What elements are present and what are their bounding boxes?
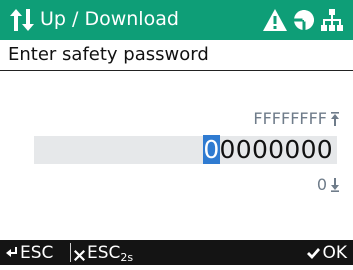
password-entry-field[interactable]: 00000000 (34, 135, 337, 165)
password-value: 00000000 (203, 135, 333, 165)
password-remaining-digits: 0000000 (219, 135, 333, 164)
min-value-hint: 0 (317, 175, 339, 195)
min-value-label: 0 (316, 175, 327, 194)
esc2-duration: 2s (120, 251, 134, 264)
title-bar: Up / Download (0, 0, 353, 40)
checkmark-icon (307, 247, 321, 259)
screen: Up / Download Enter safety password FFFF… (0, 0, 353, 265)
prompt-label: Enter safety password (8, 44, 209, 65)
back-arrow-icon (6, 247, 17, 257)
compass-circle-icon (294, 10, 314, 30)
ok-label: OK (322, 243, 347, 263)
close-x-icon (74, 250, 85, 261)
softkey-bar: ESC ESC2s OK (0, 240, 353, 265)
password-cursor-digit[interactable]: 0 (203, 135, 220, 164)
max-value-hint: FFFFFFFF (253, 109, 339, 129)
screen-title: Up / Download (40, 8, 179, 30)
esc-softkey[interactable]: ESC (6, 241, 53, 265)
esc-2s-softkey[interactable]: ESC2s (74, 241, 133, 270)
min-limit-icon (331, 178, 339, 192)
status-icons (263, 8, 343, 32)
warning-icon (263, 9, 287, 31)
up-down-arrows-icon (10, 9, 34, 31)
network-icon (321, 9, 343, 31)
esc2-label: ESC (87, 243, 121, 263)
ok-softkey[interactable]: OK (307, 241, 347, 265)
prompt-bar: Enter safety password (0, 40, 353, 71)
esc-label: ESC (20, 243, 54, 263)
max-value-label: FFFFFFFF (253, 109, 327, 128)
max-limit-icon (331, 112, 339, 126)
softkey-divider (70, 243, 71, 262)
